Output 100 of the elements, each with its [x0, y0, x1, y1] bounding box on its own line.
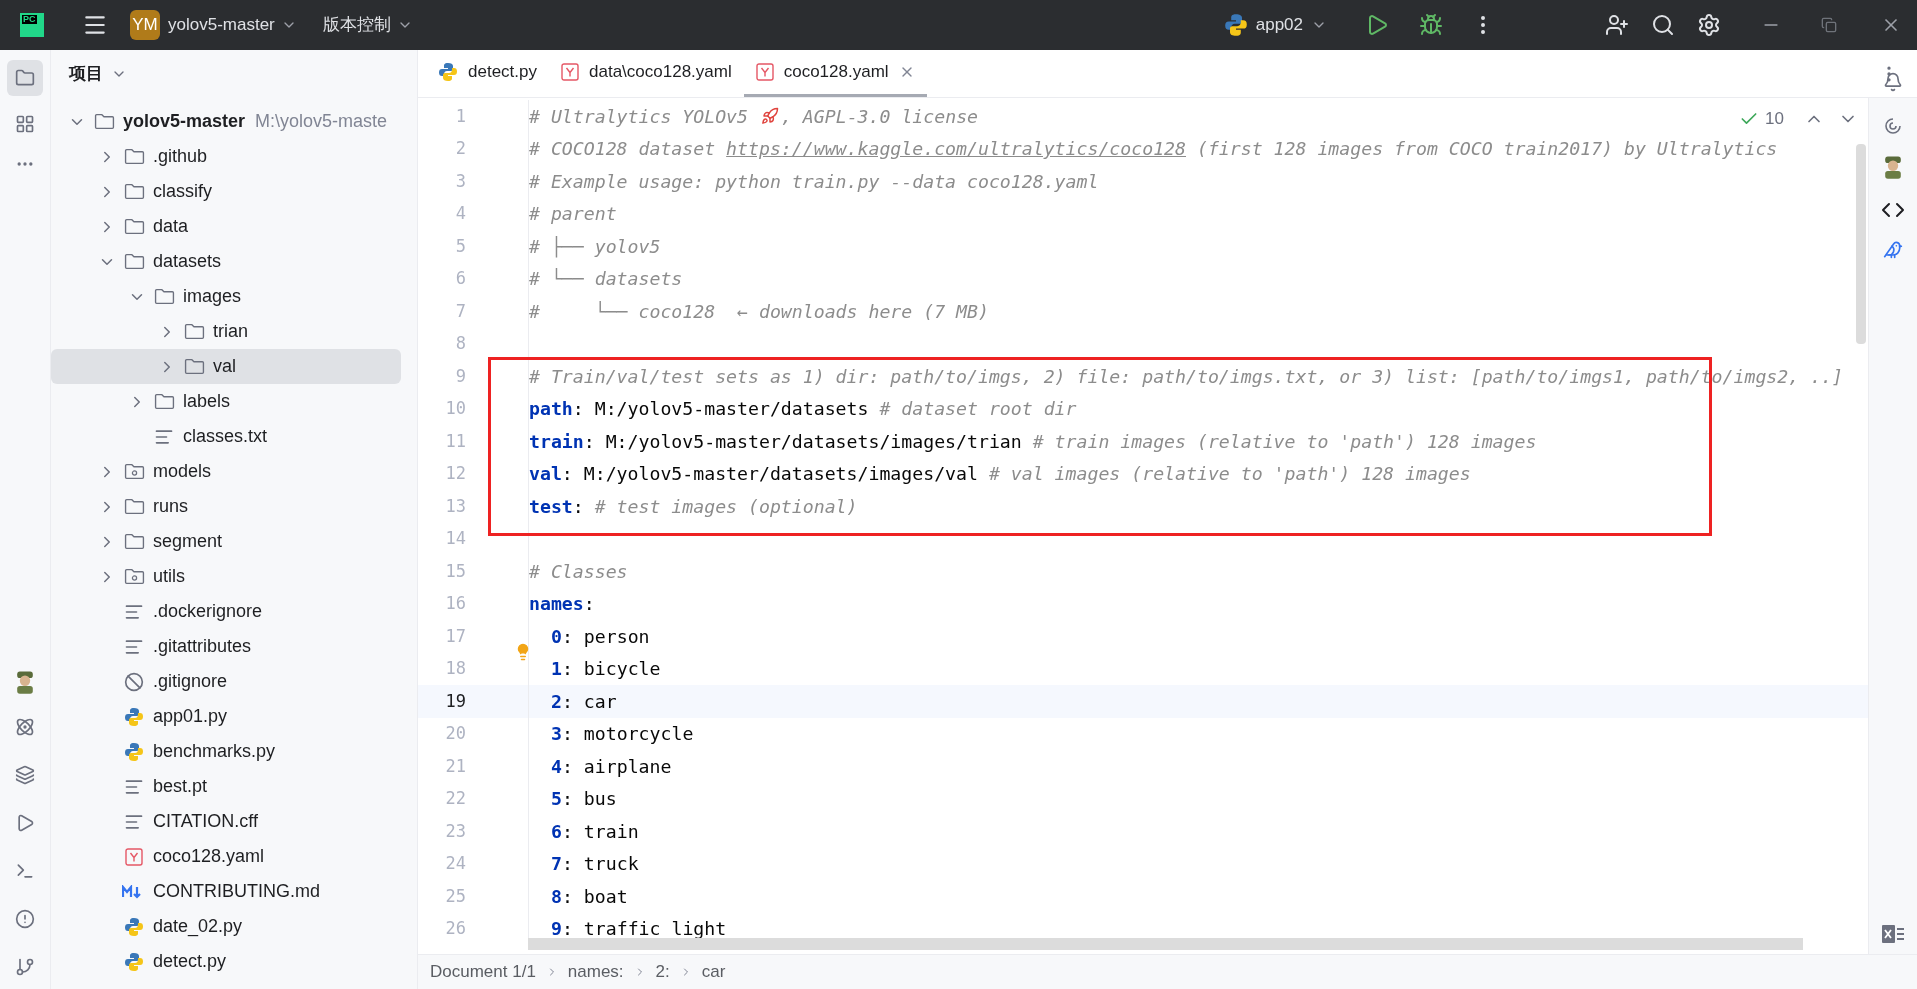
- tree-item[interactable]: trian: [51, 314, 401, 349]
- folder-icon: [123, 217, 145, 236]
- folder-icon: [183, 322, 205, 341]
- code-text: : traffic light: [561, 918, 727, 940]
- problems-icon[interactable]: [15, 909, 35, 929]
- editor-tab[interactable]: data\coco128.yaml: [549, 50, 744, 97]
- tree-label: .github: [153, 145, 208, 168]
- breadcrumb[interactable]: Document 1/1: [430, 959, 536, 985]
- panel-title[interactable]: 项目: [51, 50, 417, 98]
- tree-item[interactable]: app01.py: [51, 699, 401, 734]
- tree-item[interactable]: best.pt: [51, 769, 401, 804]
- tree-item[interactable]: .gitattributes: [51, 629, 401, 664]
- code-comment: # COCO128 dataset: [529, 138, 717, 160]
- layers-icon[interactable]: [15, 765, 35, 785]
- folder-icon: [123, 147, 145, 166]
- horizontal-scrollbar[interactable]: [528, 938, 1803, 950]
- structure-icon[interactable]: [15, 114, 35, 134]
- python-icon: [124, 741, 144, 762]
- folder-icon: [183, 357, 205, 376]
- spreadsheet-icon[interactable]: [1881, 922, 1905, 946]
- tree-item[interactable]: benchmarks.py: [51, 734, 401, 769]
- line-number: 12: [444, 462, 466, 485]
- tree-item[interactable]: date_02.py: [51, 909, 401, 944]
- tree-item[interactable]: .gitignore: [51, 664, 401, 699]
- restore-icon[interactable]: [1821, 17, 1837, 33]
- tree-item[interactable]: classify: [51, 174, 401, 209]
- code-comment: # test images (optional): [594, 495, 858, 517]
- breadcrumb[interactable]: 2:: [655, 959, 670, 985]
- code-comment: , AGPL-3.0 license: [780, 105, 979, 127]
- code-comment: # └── datasets: [529, 268, 683, 290]
- notifications-icon[interactable]: [1883, 72, 1903, 92]
- path-hint: M:\yolov5-maste: [255, 110, 388, 133]
- code-key: 5: [551, 788, 562, 810]
- search-icon[interactable]: [1651, 13, 1675, 37]
- tree-item[interactable]: val: [51, 349, 401, 384]
- app-logo[interactable]: PC: [20, 13, 44, 37]
- code-text: : train: [561, 820, 639, 842]
- tree-item[interactable]: CONTRIBUTING.md: [51, 874, 401, 909]
- code-text: : bus: [561, 788, 617, 810]
- debug-icon[interactable]: [1419, 13, 1443, 37]
- services-icon[interactable]: [15, 813, 35, 833]
- ai-assistant-icon[interactable]: [1883, 116, 1903, 136]
- tree-item[interactable]: segment: [51, 524, 401, 559]
- folder-icon: [123, 252, 145, 271]
- line-number: 10: [444, 397, 466, 420]
- package-folder-icon: [123, 567, 145, 586]
- tree-item[interactable]: coco128.yaml: [51, 839, 401, 874]
- tree-item[interactable]: models: [51, 454, 401, 489]
- line-number: 14: [444, 527, 466, 550]
- line-number: 21: [444, 754, 466, 778]
- tree-item[interactable]: runs: [51, 489, 401, 524]
- breadcrumb[interactable]: car: [701, 959, 726, 985]
- code-key: 7: [551, 853, 562, 875]
- code-key: 1: [551, 658, 562, 680]
- package-folder-icon: [123, 462, 145, 481]
- tree-label: labels: [183, 390, 231, 413]
- git-icon[interactable]: [15, 957, 35, 977]
- project-menu[interactable]: yolov5-master: [168, 12, 297, 38]
- tree-label: .gitattributes: [153, 635, 252, 658]
- tree-label: classes.txt: [183, 425, 268, 448]
- code-text: : car: [561, 690, 617, 712]
- tree-item[interactable]: datasets: [51, 244, 401, 279]
- tree-item[interactable]: images: [51, 279, 401, 314]
- add-user-icon[interactable]: [1605, 13, 1629, 37]
- tree-label: data: [153, 215, 189, 238]
- settings-icon[interactable]: [1697, 13, 1721, 37]
- breadcrumb[interactable]: names:: [567, 959, 624, 985]
- vcs-menu[interactable]: 版本控制: [322, 12, 413, 38]
- tree-item[interactable]: .github: [51, 139, 401, 174]
- code-text: : person: [561, 625, 650, 647]
- tree-item[interactable]: classes.txt: [51, 419, 401, 454]
- run-config-menu[interactable]: app02: [1223, 12, 1327, 38]
- code-text: :: [583, 593, 595, 615]
- python-console-icon[interactable]: [15, 717, 35, 737]
- tree-label: utils: [153, 565, 185, 588]
- line-number: 7: [454, 299, 466, 323]
- vertical-scrollbar[interactable]: [1856, 144, 1866, 344]
- editor-tab[interactable]: coco128.yaml: [743, 50, 927, 97]
- rocket-icon: [760, 106, 779, 125]
- tree-item[interactable]: detect.py: [51, 944, 401, 979]
- line-number: 23: [444, 819, 466, 843]
- tree-item[interactable]: CITATION.cff: [51, 804, 401, 839]
- tree-label: .gitignore: [153, 670, 228, 693]
- terminal-icon[interactable]: [15, 861, 35, 881]
- code-text: : airplane: [561, 755, 672, 777]
- bird-icon[interactable]: [1883, 240, 1903, 260]
- line-number: 2: [454, 137, 466, 160]
- inspection-count: 10: [1765, 108, 1784, 130]
- tree-item[interactable]: yolov5-master M:\yolov5-maste: [51, 104, 401, 139]
- python-icon: [438, 62, 458, 82]
- project-tool-button[interactable]: [7, 60, 43, 96]
- tree-item[interactable]: data: [51, 209, 401, 244]
- editor-tab[interactable]: detect.py: [426, 50, 549, 97]
- tree-item[interactable]: .dockerignore: [51, 594, 401, 629]
- folder-icon: [153, 287, 175, 306]
- tree-item[interactable]: utils: [51, 559, 401, 594]
- code-key: test: [529, 495, 573, 517]
- tree-item[interactable]: labels: [51, 384, 401, 419]
- line-number: 11: [444, 429, 466, 453]
- code-text: : M:/yolov5-master/datasets/images/trian: [583, 430, 1023, 452]
